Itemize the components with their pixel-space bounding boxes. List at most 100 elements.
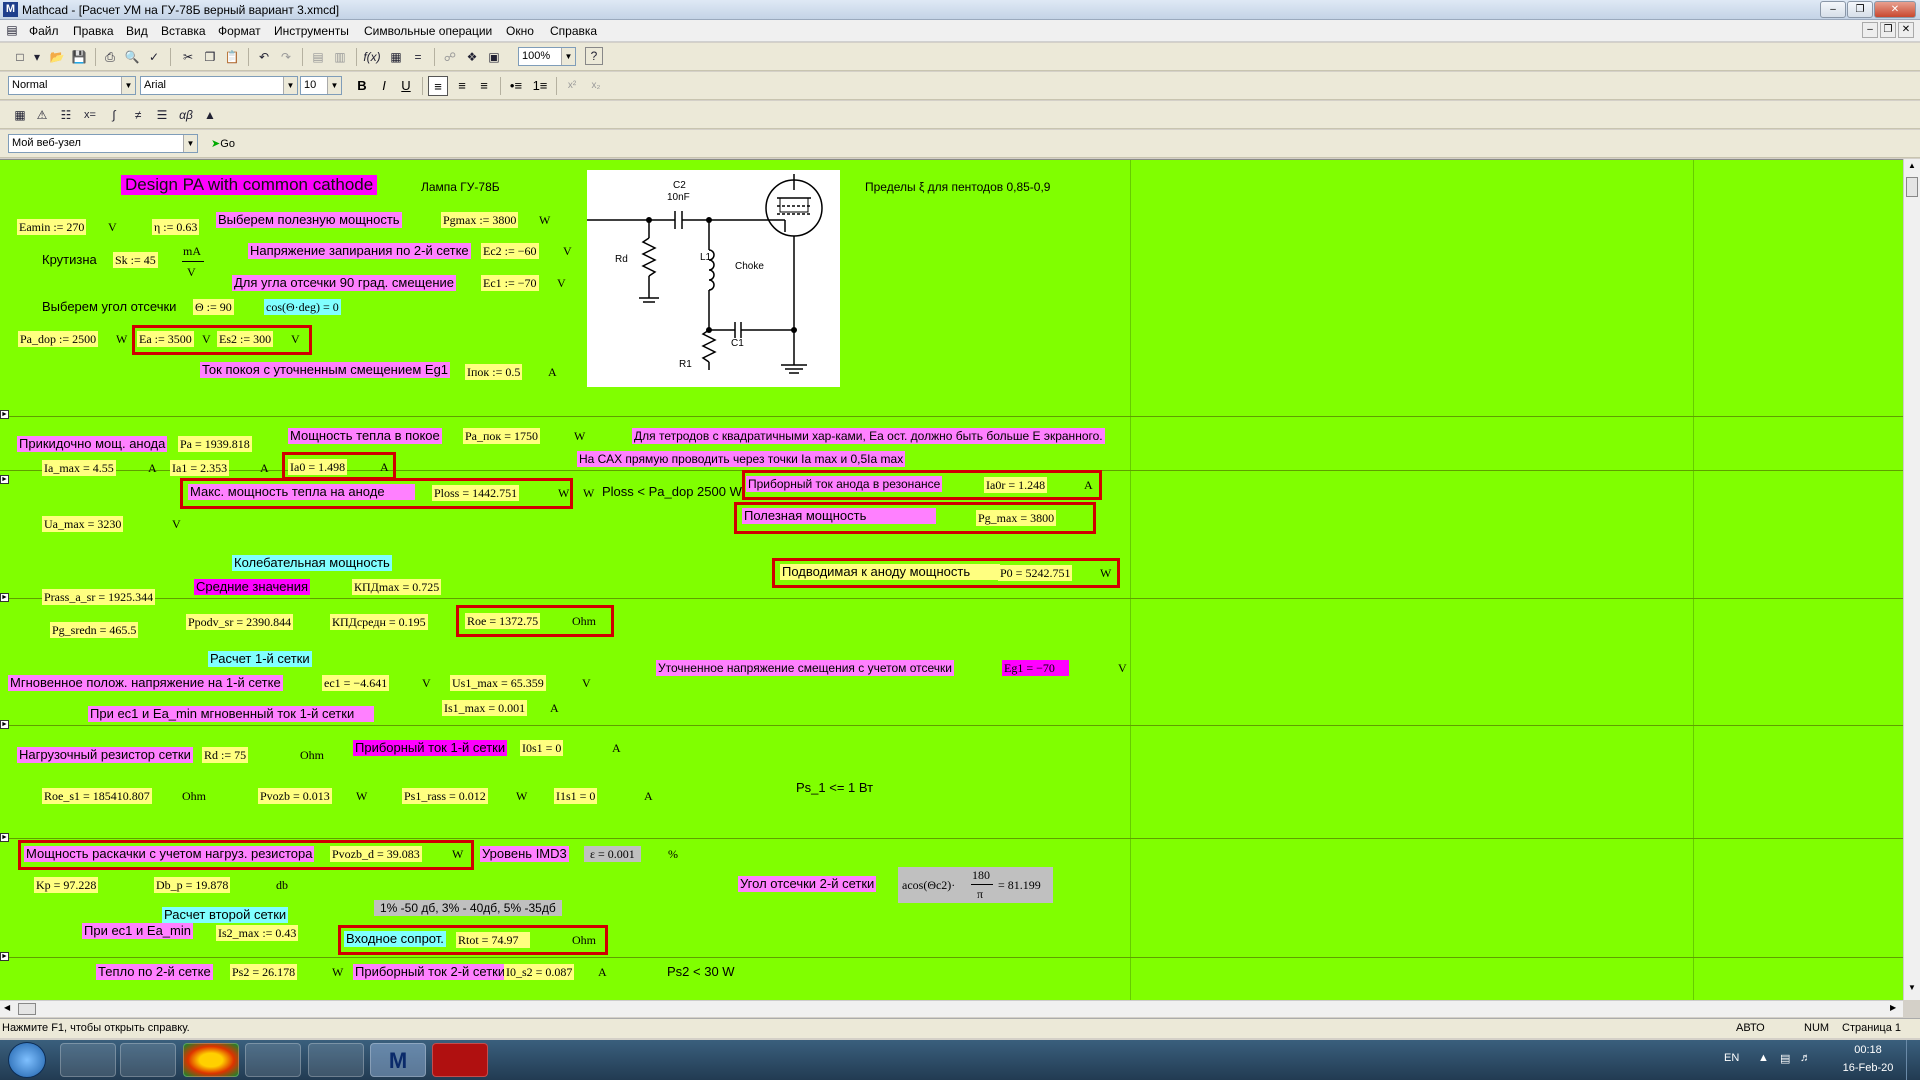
copy-icon[interactable]: ❐ — [200, 47, 220, 67]
theta-expr[interactable]: Θ := 90 — [193, 299, 234, 315]
programming-toolbar-icon[interactable]: ☰ — [152, 105, 172, 125]
open-icon[interactable]: 📂 — [47, 47, 67, 67]
bullets-icon[interactable]: •≡ — [506, 76, 526, 96]
italic-button[interactable]: I — [374, 76, 394, 96]
insert-hyperlink-icon[interactable]: ☍ — [440, 47, 460, 67]
kpd-max-expr[interactable]: КПДmax = 0.725 — [352, 579, 442, 595]
spellcheck-icon[interactable]: ✓ — [144, 47, 164, 67]
explorer-task-icon[interactable] — [60, 1043, 116, 1077]
roe-s1-expr[interactable]: Roe_s1 = 185410.807 — [42, 788, 152, 804]
db-expr[interactable]: Db_p = 19.878 — [154, 877, 231, 893]
ipok-expr[interactable]: Iпок := 0.5 — [465, 364, 523, 380]
prass-expr[interactable]: Prass_a_sr = 1925.344 — [42, 589, 156, 605]
insert-unit-icon[interactable]: ▦ — [386, 47, 406, 67]
es2-expr[interactable]: Es2 := 300 — [217, 331, 274, 347]
region-marker-icon[interactable]: ► — [0, 593, 9, 602]
calculus-toolbar-icon[interactable]: ∫ — [104, 105, 124, 125]
zoom-select[interactable]: 100% ▼ — [518, 47, 576, 66]
component-icon[interactable]: ▣ — [484, 47, 504, 67]
evaluation-toolbar-icon[interactable]: x= — [80, 105, 100, 125]
align-down-icon[interactable]: ▥ — [330, 47, 350, 67]
symbolic-toolbar-icon[interactable]: ▲ — [200, 105, 220, 125]
subscript-icon[interactable]: x₂ — [586, 76, 606, 96]
cut-icon[interactable]: ✂ — [178, 47, 198, 67]
rd-expr[interactable]: Rd := 75 — [202, 747, 249, 763]
eta-expr[interactable]: η := 0.63 — [152, 219, 200, 235]
restore-button[interactable]: ❐ — [1847, 1, 1873, 18]
ec2-expr[interactable]: Ec2 := −60 — [481, 243, 539, 259]
help-button[interactable]: ? — [585, 47, 603, 65]
numbering-icon[interactable]: 1≡ — [530, 76, 550, 96]
ia0-expr[interactable]: Ia0 = 1.498 — [288, 459, 348, 475]
show-desktop-button[interactable] — [1906, 1040, 1920, 1080]
calculator-toolbar-icon[interactable]: ▦ — [10, 105, 30, 125]
p0-expr[interactable]: P0 = 5242.751 — [998, 565, 1073, 581]
horizontal-scrollbar[interactable]: ◀ ▶ — [0, 1000, 1903, 1017]
app-task-icon[interactable] — [245, 1043, 301, 1077]
is2-expr[interactable]: Is2_max := 0.43 — [216, 925, 299, 941]
ia0r-expr[interactable]: Ia0r = 1.248 — [984, 477, 1048, 493]
ps1-expr[interactable]: Ps1_rass = 0.012 — [402, 788, 488, 804]
style-select[interactable]: Normal ▼ — [8, 76, 136, 95]
matrix-toolbar-icon[interactable]: ☷ — [56, 105, 76, 125]
graph-toolbar-icon[interactable]: ⚠ — [32, 105, 52, 125]
pg-max-expr[interactable]: Pg_max = 3800 — [976, 510, 1057, 526]
clock-time[interactable]: 00:18 — [1838, 1044, 1898, 1056]
underline-button[interactable]: U — [396, 76, 416, 96]
bold-button[interactable]: B — [352, 76, 372, 96]
scroll-right-icon[interactable]: ▶ — [1890, 1003, 1896, 1012]
chrome-task-icon[interactable] — [183, 1043, 239, 1077]
ec1-inst-expr[interactable]: ec1 = −4.641 — [322, 675, 390, 691]
vertical-scrollbar[interactable]: ▲ ▼ — [1903, 159, 1920, 1000]
is1-expr[interactable]: Is1_max = 0.001 — [442, 700, 528, 716]
calculate-icon[interactable]: = — [408, 47, 428, 67]
menu-symbolics[interactable]: Символьные операции — [364, 24, 492, 38]
settings-task-icon[interactable] — [120, 1043, 176, 1077]
web-address-select[interactable]: Мой веб-узел ▼ — [8, 134, 198, 153]
insert-function-icon[interactable]: f(x) — [362, 47, 382, 67]
font-select[interactable]: Arial ▼ — [140, 76, 298, 95]
ia-max-expr[interactable]: Ia_max = 4.55 — [42, 460, 116, 476]
pa-pok-expr[interactable]: Pa_пок = 1750 — [463, 428, 541, 444]
acos-expr-box[interactable]: acos(Θc2)· 180 π = 81.199 — [898, 867, 1053, 903]
region-marker-icon[interactable]: ► — [0, 833, 9, 842]
network-icon[interactable]: ▤ — [1780, 1052, 1790, 1065]
resources-icon[interactable]: ❖ — [462, 47, 482, 67]
menu-file[interactable]: Файл — [29, 24, 59, 38]
scroll-up-icon[interactable]: ▲ — [1906, 161, 1918, 173]
superscript-icon[interactable]: x² — [562, 76, 582, 96]
files-task-icon[interactable] — [308, 1043, 364, 1077]
ploss-expr[interactable]: Ploss = 1442.751 — [432, 485, 520, 501]
ec1-expr[interactable]: Ec1 := −70 — [481, 275, 539, 291]
boolean-toolbar-icon[interactable]: ≠ — [128, 105, 148, 125]
mdi-minimize-button[interactable]: – — [1862, 22, 1878, 38]
rtot-expr[interactable]: Rtot = 74.97 — [456, 932, 531, 948]
region-marker-icon[interactable]: ► — [0, 410, 9, 419]
pvozb-d-expr[interactable]: Pvozb_d = 39.083 — [330, 846, 422, 862]
align-left-icon[interactable]: ≡ — [428, 76, 448, 96]
new-dropdown-icon[interactable]: ▾ — [32, 47, 42, 67]
region-marker-icon[interactable]: ► — [0, 952, 9, 961]
mdi-close-button[interactable]: ✕ — [1898, 22, 1914, 38]
schematic-image[interactable]: C2 10nF Rd L1 Choke R1 C1 — [587, 170, 840, 387]
ia1-expr[interactable]: Ia1 = 2.353 — [170, 460, 230, 476]
redo-icon[interactable]: ↷ — [276, 47, 296, 67]
menu-help[interactable]: Справка — [550, 24, 597, 38]
align-right-icon[interactable]: ≡ — [474, 76, 494, 96]
vertical-scroll-thumb[interactable] — [1906, 177, 1918, 197]
menu-tools[interactable]: Инструменты — [274, 24, 349, 38]
pa-dop-expr[interactable]: Pa_dop := 2500 — [18, 331, 99, 347]
i0s2-expr[interactable]: I0_s2 = 0.087 — [504, 964, 575, 980]
eg1-expr[interactable]: Eg1 = −70 — [1002, 660, 1069, 676]
pg-sredn-expr[interactable]: Pg_sredn = 465.5 — [50, 622, 139, 638]
language-indicator[interactable]: EN — [1724, 1052, 1739, 1064]
menu-edit[interactable]: Правка — [73, 24, 114, 38]
print-preview-icon[interactable]: 🔍 — [122, 47, 142, 67]
region-marker-icon[interactable]: ► — [0, 475, 9, 484]
scroll-down-icon[interactable]: ▼ — [1906, 983, 1918, 995]
roe-expr[interactable]: Roe = 1372.75 — [465, 613, 541, 629]
ppodv-expr[interactable]: Ppodv_sr = 2390.844 — [186, 614, 294, 630]
ua-max-expr[interactable]: Ua_max = 3230 — [42, 516, 124, 532]
menu-format[interactable]: Формат — [218, 24, 261, 38]
print-icon[interactable]: ⎙ — [100, 47, 120, 67]
